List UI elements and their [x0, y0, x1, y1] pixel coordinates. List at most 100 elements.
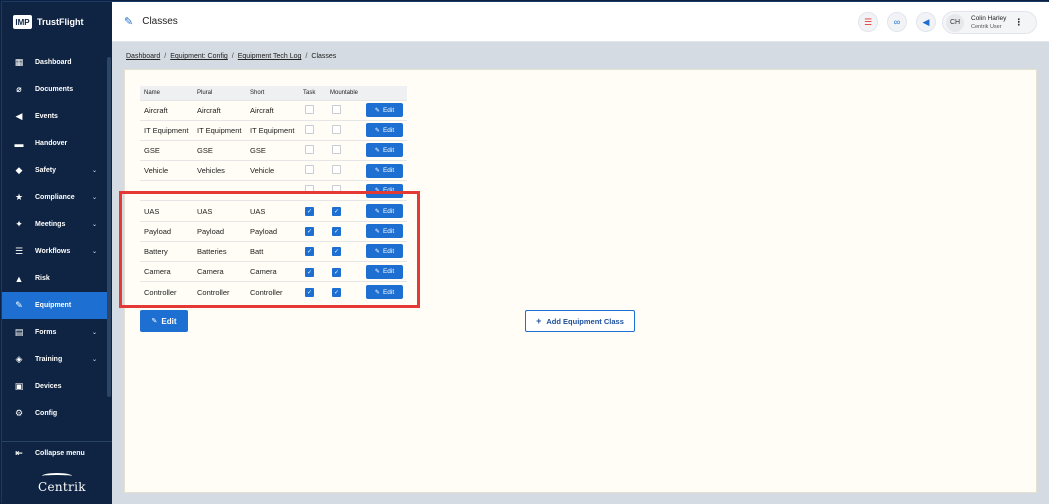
row-edit-button[interactable]: ✎ Edit: [366, 204, 404, 219]
checkmark-icon: ✓: [306, 229, 313, 236]
cell-task: ✓: [299, 281, 326, 302]
sidebar-nav: ▦ Dashboard ⌀ Documents ◀ Events ▬ Handover ◆ Saf…: [2, 49, 107, 427]
sidebar-item-workflows[interactable]: ☰ Workflows ⌄: [2, 238, 107, 265]
breadcrumb-equipment-tech-log[interactable]: Equipment Tech Log: [238, 53, 302, 60]
sidebar-item-devices[interactable]: ▣ Devices: [2, 373, 107, 400]
sidebar-item-documents[interactable]: ⌀ Documents: [2, 76, 107, 103]
row-edit-button[interactable]: ✎ Edit: [366, 285, 404, 300]
cell-mountable: ✓: [326, 281, 363, 302]
link-button[interactable]: ∞: [887, 12, 907, 32]
user-menu[interactable]: CH Colin Harley Centrik User ⋮: [942, 11, 1037, 34]
cell-task: [299, 99, 326, 121]
megaphone-icon: ◀: [15, 111, 23, 121]
config-icon: ⚙: [14, 408, 24, 418]
row-edit-button[interactable]: ✎ Edit: [366, 224, 404, 239]
kebab-menu-icon[interactable]: ⋮: [1014, 17, 1023, 28]
breadcrumb-separator: /: [305, 53, 308, 60]
table-row: Aircraft Aircraft Aircraft ✎ Edit: [140, 99, 408, 121]
mountable-checkbox[interactable]: ✓: [332, 227, 341, 237]
sidebar-item-events[interactable]: ◀ Events: [2, 103, 107, 130]
cell-task: [299, 139, 326, 161]
cell-task: [299, 180, 326, 201]
edit-icon: ✎: [374, 248, 380, 255]
cell-actions: ✎ Edit: [362, 119, 408, 141]
task-checkbox[interactable]: [305, 165, 314, 175]
cell-name: Battery: [140, 240, 193, 262]
cell-mountable: [326, 139, 363, 161]
breadcrumb-equipment-config[interactable]: Equipment: Config: [170, 53, 228, 60]
edit-icon: ✎: [374, 208, 380, 215]
row-edit-label: Edit: [382, 288, 395, 296]
collapse-menu-button[interactable]: ⇤ Collapse menu: [14, 448, 85, 458]
risk-icon: ▲: [14, 273, 24, 284]
sidebar-item-training[interactable]: ◈ Training ⌄: [2, 346, 107, 373]
cell-plural: Camera: [193, 260, 246, 282]
cell-plural: [193, 180, 246, 201]
task-checkbox[interactable]: [305, 104, 314, 114]
task-checkbox[interactable]: ✓: [305, 288, 314, 298]
row-edit-label: Edit: [382, 167, 395, 175]
sidebar-item-dashboard[interactable]: ▦ Dashboard: [2, 49, 107, 76]
cell-short: GSE: [246, 139, 299, 161]
row-edit-button[interactable]: ✎ Edit: [366, 123, 404, 138]
mountable-checkbox[interactable]: ✓: [332, 267, 341, 277]
sidebar-item-label: Dashboard: [35, 59, 72, 66]
task-checkbox[interactable]: [305, 124, 314, 134]
breadcrumb-current: Classes: [311, 53, 337, 60]
announcements-button[interactable]: ◀: [916, 12, 936, 32]
page-title: ✎ Classes: [124, 15, 178, 28]
table-row: IT Equipment IT Equipment IT Equipment ✎ Edi…: [140, 119, 408, 141]
sidebar-scrollbar[interactable]: [107, 57, 111, 397]
cell-plural: Batteries: [193, 240, 246, 262]
mountable-checkbox[interactable]: ✓: [332, 207, 341, 217]
row-edit-button[interactable]: ✎ Edit: [366, 264, 404, 279]
cell-actions: ✎ Edit: [362, 240, 408, 262]
sidebar-item-handover[interactable]: ▬ Handover: [2, 130, 107, 157]
task-checkbox[interactable]: ✓: [305, 247, 314, 257]
sidebar-item-forms[interactable]: ▤ Forms ⌄: [2, 319, 107, 346]
stack-icon: ☰: [863, 16, 873, 27]
row-edit-button[interactable]: ✎ Edit: [366, 163, 404, 178]
breadcrumb-separator: /: [231, 53, 234, 60]
edit-icon: ✎: [374, 127, 380, 134]
mountable-checkbox[interactable]: [332, 185, 341, 195]
task-checkbox[interactable]: [305, 144, 314, 154]
task-checkbox[interactable]: ✓: [305, 207, 314, 217]
mountable-checkbox[interactable]: ✓: [332, 247, 341, 257]
add-equipment-class-label: Add Equipment Class: [546, 316, 624, 326]
sidebar-item-risk[interactable]: ▲ Risk: [2, 265, 107, 292]
user-name: Colin Harley: [971, 14, 1007, 22]
sidebar-item-config[interactable]: ⚙ Config: [2, 400, 107, 427]
row-edit-button[interactable]: ✎ Edit: [366, 183, 404, 198]
sidebar-item-compliance[interactable]: ★ Compliance ⌄: [2, 184, 107, 211]
mountable-checkbox[interactable]: ✓: [332, 288, 341, 298]
handover-icon: ▬: [14, 138, 24, 149]
cell-actions: ✎ Edit: [362, 281, 408, 302]
stack-button[interactable]: ☰: [858, 12, 878, 32]
mountable-checkbox[interactable]: [332, 104, 341, 114]
row-edit-button[interactable]: ✎ Edit: [366, 244, 404, 259]
mountable-checkbox[interactable]: [332, 165, 341, 175]
task-checkbox[interactable]: [305, 185, 314, 195]
cell-short: Aircraft: [246, 99, 299, 121]
cell-actions: ✎ Edit: [362, 99, 408, 121]
mountable-checkbox[interactable]: [332, 124, 341, 134]
cell-mountable: ✓: [326, 200, 363, 222]
cell-task: ✓: [299, 220, 326, 242]
cell-short: Payload: [246, 220, 299, 242]
sidebar-item-meetings[interactable]: ✦ Meetings ⌄: [2, 211, 107, 238]
sidebar-item-safety[interactable]: ◆ Safety ⌄: [2, 157, 107, 184]
row-edit-button[interactable]: ✎ Edit: [366, 103, 404, 118]
row-edit-label: Edit: [382, 187, 395, 195]
edit-button[interactable]: ✎ Edit: [140, 310, 188, 332]
add-equipment-class-button[interactable]: + Add Equipment Class: [525, 310, 635, 332]
checkmark-icon: ✓: [306, 249, 313, 256]
row-edit-button[interactable]: ✎ Edit: [366, 143, 404, 158]
cell-short: Controller: [246, 281, 299, 302]
mountable-checkbox[interactable]: [332, 144, 341, 154]
task-checkbox[interactable]: ✓: [305, 227, 314, 237]
task-checkbox[interactable]: ✓: [305, 267, 314, 277]
logo[interactable]: IMP TrustFlight: [2, 2, 112, 42]
breadcrumb-dashboard[interactable]: Dashboard: [126, 53, 160, 60]
sidebar-item-equipment[interactable]: ✎ Equipment: [2, 292, 107, 319]
